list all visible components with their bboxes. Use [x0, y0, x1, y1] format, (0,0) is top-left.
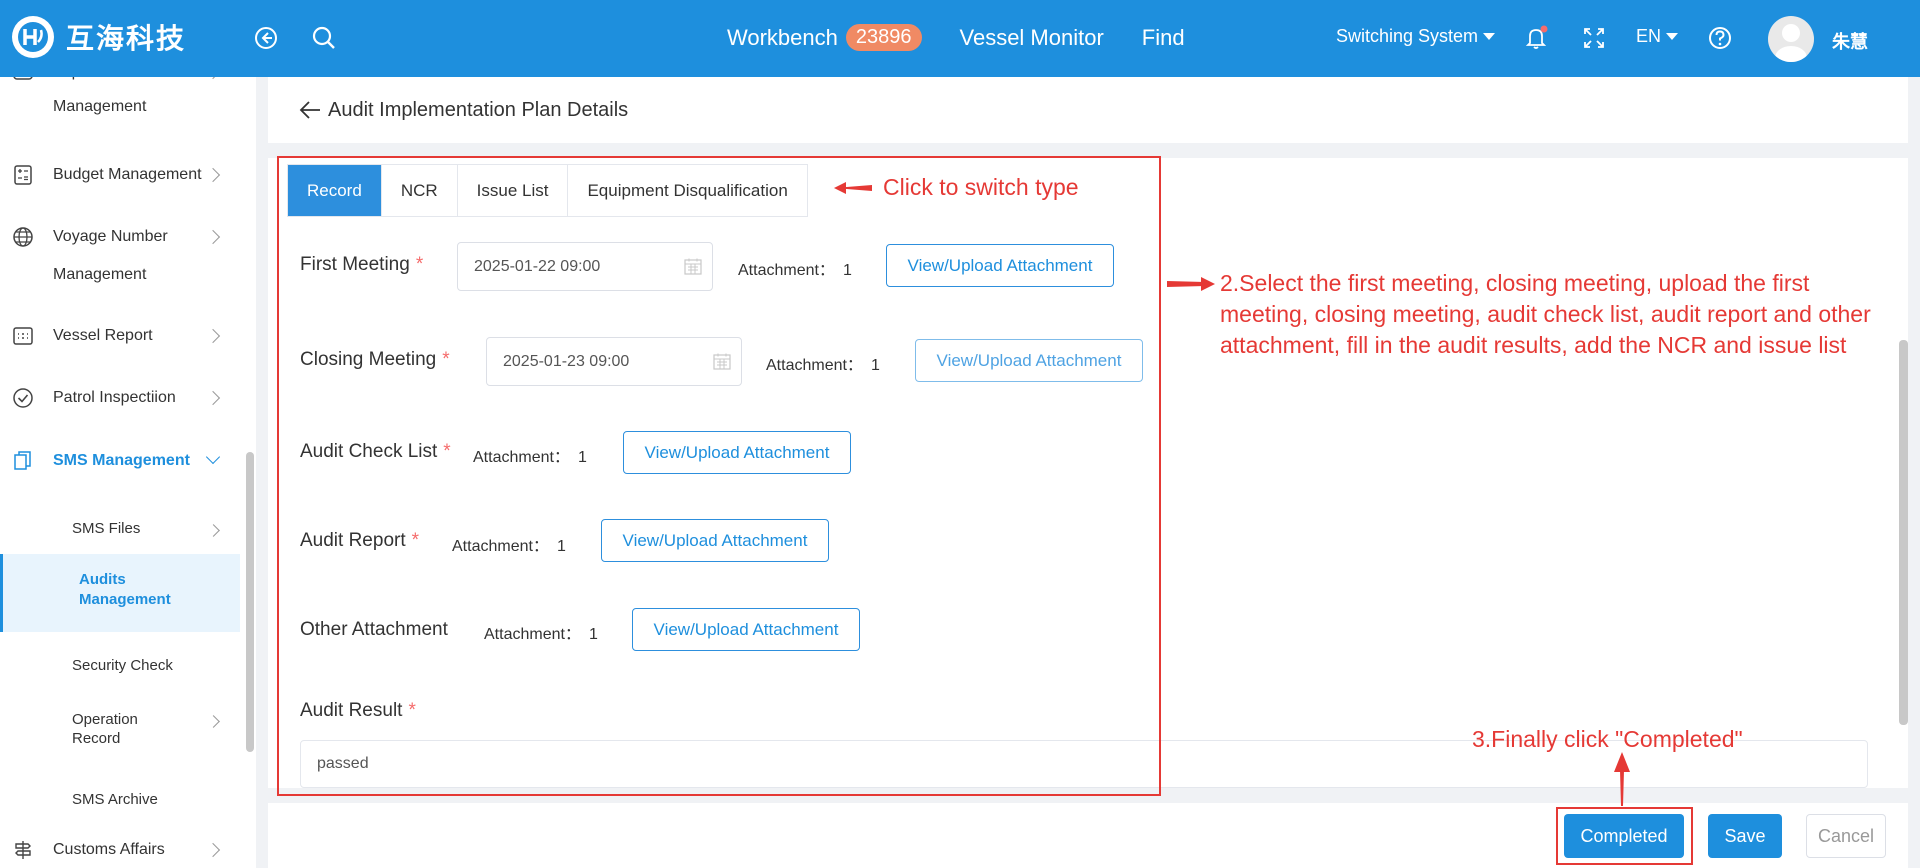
sidebar: Expense Management Budget Management Voy… [0, 77, 256, 868]
sidebar-subitem-label: Operation [72, 711, 138, 728]
sidebar-item-label: Budget Management [53, 166, 202, 183]
chevron-right-icon [205, 842, 221, 858]
main-scrollbar[interactable] [1899, 340, 1908, 725]
switching-system-dropdown[interactable]: Switching System [1336, 26, 1496, 47]
switching-system-label: Switching System [1336, 26, 1479, 46]
sidebar-subitem-sms-archive[interactable]: SMS Archive [0, 779, 240, 819]
annotation-form-box [277, 156, 1161, 796]
logo-icon [12, 16, 54, 58]
chevron-right-icon [205, 390, 221, 406]
sidebar-item-label: Customs Affairs [53, 841, 165, 858]
chevron-right-icon [207, 715, 220, 728]
sidebar-subitem-label: Audits [79, 571, 126, 588]
calculator-icon [14, 165, 32, 185]
chevron-right-icon [205, 77, 221, 80]
chevron-right-icon [205, 229, 221, 245]
top-nav: Workbench 23896 Vessel Monitor Find [727, 24, 1223, 51]
sidebar-item-label: Management [53, 98, 147, 115]
sidebar-item-expense-management[interactable]: Expense Management [0, 77, 240, 133]
avatar[interactable] [1768, 16, 1814, 62]
language-dropdown[interactable]: EN [1636, 26, 1679, 47]
help-icon[interactable] [1706, 24, 1734, 52]
check-circle-icon [13, 388, 33, 408]
chevron-right-icon [205, 328, 221, 344]
nav-find[interactable]: Find [1142, 25, 1185, 51]
annotation-step2-line1: 2.Select the first meeting, closing meet… [1220, 270, 1810, 296]
annotation-step3: 3.Finally click "Completed" [1472, 726, 1743, 752]
page-header: Audit Implementation Plan Details [268, 77, 1908, 143]
bell-icon[interactable] [1522, 24, 1550, 52]
fullscreen-icon[interactable] [1580, 24, 1608, 52]
sidebar-subitem-label: Security Check [72, 657, 173, 674]
sidebar-subitem-label: Management [79, 591, 171, 608]
globe-icon [13, 227, 33, 247]
chevron-down-icon [205, 449, 221, 465]
chevron-down-icon [1483, 33, 1496, 40]
wallet-icon [13, 77, 33, 80]
sidebar-subitem-sms-files[interactable]: SMS Files [0, 508, 240, 552]
sidebar-item-sms-management[interactable]: SMS Management [0, 442, 240, 480]
sidebar-item-label: Voyage Number [53, 228, 168, 245]
back-arrow-icon[interactable] [298, 98, 322, 122]
chevron-down-icon [1666, 33, 1679, 40]
annotation-completed-box [1556, 807, 1693, 865]
calendar-grid-icon [13, 327, 33, 345]
sidebar-scrollbar[interactable] [246, 452, 254, 752]
sidebar-item-label: Vessel Report [53, 327, 153, 344]
annotation-step2-line3: attachment, fill in the audit results, a… [1220, 332, 1847, 358]
annotation-arrow-left-icon [834, 182, 872, 194]
top-bar: 互海科技 Workbench 23896 Vessel Monitor Find… [0, 0, 1920, 77]
sidebar-item-label: Management [53, 266, 147, 283]
nav-vessel-monitor[interactable]: Vessel Monitor [960, 25, 1104, 51]
sidebar-item-vessel-report[interactable]: Vessel Report [0, 317, 240, 355]
annotation-arrow-up-icon [1614, 752, 1630, 806]
cancel-button[interactable]: Cancel [1806, 814, 1886, 858]
signpost-icon [15, 841, 31, 859]
sidebar-subitem-audits-management[interactable]: Audits Management [0, 554, 240, 632]
sidebar-subitem-label: SMS Files [72, 520, 141, 537]
annotation-step2-line2: meeting, closing meeting, audit check li… [1220, 301, 1871, 327]
nav-workbench-label: Workbench [727, 24, 838, 50]
documents-icon [14, 451, 31, 470]
nav-workbench[interactable]: Workbench 23896 [727, 24, 922, 51]
save-button[interactable]: Save [1708, 814, 1782, 858]
username[interactable]: 朱慧 [1832, 28, 1868, 54]
company-logo[interactable]: 互海科技 [12, 16, 186, 58]
collapse-sidebar-icon[interactable] [252, 24, 280, 52]
sidebar-subitem-label: Record [72, 730, 121, 747]
sidebar-item-label: Patrol Inspectiion [53, 389, 176, 406]
logo-text: 互海科技 [66, 23, 187, 54]
annotation-arrow-right-icon [1167, 277, 1215, 291]
annotation-tab-hint: Click to switch type [883, 174, 1079, 200]
sidebar-subitem-label: SMS Archive [72, 791, 158, 808]
language-label: EN [1636, 26, 1662, 46]
workbench-count-badge: 23896 [845, 24, 922, 51]
sidebar-item-budget-management[interactable]: Budget Management [0, 156, 240, 194]
chevron-right-icon [207, 524, 220, 537]
sidebar-item-voyage-number-management[interactable]: Voyage Number Management [0, 218, 240, 294]
page-title: Audit Implementation Plan Details [328, 99, 629, 121]
sidebar-item-label: SMS Management [53, 452, 190, 469]
chevron-right-icon [205, 167, 221, 183]
sidebar-subitem-operation-record[interactable]: Operation Record [0, 701, 240, 761]
sidebar-subitem-security-check[interactable]: Security Check [0, 645, 240, 689]
sidebar-item-customs-affairs[interactable]: Customs Affairs [0, 831, 240, 868]
sidebar-item-patrol-inspection[interactable]: Patrol Inspectiion [0, 379, 240, 417]
search-icon[interactable] [310, 24, 338, 52]
